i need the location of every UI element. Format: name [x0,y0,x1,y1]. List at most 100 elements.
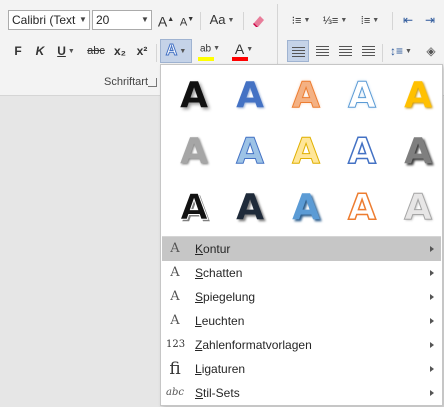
dialog-launcher-icon[interactable] [148,78,157,87]
superscript-button[interactable]: x² [132,40,152,62]
menu-item-ligatures[interactable]: fi Ligaturen [162,357,441,381]
clear-formatting-button[interactable] [248,9,270,31]
menu-item-reflection[interactable]: A Spiegelung [162,285,441,309]
menu-item-glow[interactable]: A Leuchten [162,309,441,333]
align-left-icon [291,46,305,59]
strikethrough-label: abc [87,45,105,57]
chevron-down-icon: ▼ [303,16,311,24]
line-spacing-icon: ↕≡ [390,44,404,58]
menu-item-outline[interactable]: A Kontur [162,237,441,261]
align-right-icon [338,45,352,58]
align-center-button[interactable] [311,40,333,62]
chevron-down-icon: ▼ [179,47,187,55]
bold-label: F [14,44,22,58]
align-left-button[interactable] [287,40,309,62]
multilevel-list-button[interactable]: ⁞≡ ▼ [354,9,386,31]
menu-item-number-styles[interactable]: 123 Zahlenformatvorlagen [162,333,441,357]
chevron-right-icon [430,270,434,276]
decrease-indent-icon: ⇤ [402,13,414,27]
text-effect-swatch[interactable]: A [166,180,222,236]
label-rest: piegelung [203,290,256,304]
highlight-button[interactable]: ab ▼ [195,38,225,61]
subscript-label: x₂ [113,44,126,58]
glow-icon: A [170,313,180,328]
access-key: S [195,290,204,304]
subscript-button[interactable]: x₂ [110,40,130,62]
eraser-icon [253,15,264,27]
change-case-button[interactable]: Aa ▼ [205,9,239,31]
chevron-down-icon: ▼ [405,47,412,55]
text-effect-swatch[interactable]: A [390,180,444,236]
text-effects-icon: A [165,42,178,60]
superscript-label: x² [136,44,148,58]
shrink-font-button[interactable]: A▼ [178,9,196,31]
access-key: L [195,314,202,328]
text-effect-swatch[interactable]: A [222,68,278,124]
increase-indent-icon: ⇥ [424,13,436,27]
divider [156,44,157,62]
justify-button[interactable] [357,40,379,62]
label-rest: igaturen [201,362,246,376]
text-effect-swatch[interactable]: A [166,124,222,180]
label-rest: euchten [201,314,245,328]
underline-button[interactable]: U ▼ [52,40,80,62]
font-size-combobox[interactable]: 20 ▼ [92,10,152,30]
chevron-down-icon[interactable]: ▼ [76,11,89,29]
text-effect-swatch[interactable]: A [278,180,334,236]
italic-button[interactable]: K [30,40,50,62]
label-rest: til-Sets [203,386,240,400]
shading-button[interactable]: ◈ [420,40,442,62]
access-key: S [195,386,204,400]
text-effect-swatch[interactable]: A [334,124,390,180]
menu-item-shadow[interactable]: A Schatten [162,261,441,285]
numbered-list-icon: ⅓≡ [322,15,339,27]
chevron-right-icon [430,294,434,300]
divider [392,12,393,30]
outline-icon: A [170,241,180,256]
paint-bucket-icon: ◈ [426,44,436,58]
menu-item-stylistic-sets[interactable]: abc Stil-Sets [162,381,441,405]
align-right-button[interactable] [334,40,356,62]
font-color-bar [232,57,248,61]
bold-button[interactable]: F [8,40,28,62]
text-effect-swatch[interactable]: A [222,180,278,236]
chevron-down-icon: ▼ [246,46,254,54]
text-effect-swatch[interactable]: A [334,68,390,124]
menu-item-label: Schatten [195,261,242,285]
strikethrough-button[interactable]: abc [84,40,108,62]
text-effect-swatch[interactable]: A [390,68,444,124]
label-rest: ahlenformatvorlagen [202,338,312,352]
font-color-button[interactable]: A ▼ [229,38,259,61]
font-name-combobox[interactable]: Calibri (Textk ▼ [8,10,90,30]
access-key: L [195,362,202,376]
increase-indent-button[interactable]: ⇥ [420,9,440,31]
label-rest: chatten [203,266,243,280]
text-effect-swatch[interactable]: A [166,68,222,124]
menu-item-label: Kontur [195,237,230,261]
grow-font-glyph: A [157,13,168,30]
grow-font-button[interactable]: A▲ [157,9,175,31]
line-spacing-button[interactable]: ↕≡ ▼ [386,40,416,62]
bullets-button[interactable]: ⁝≡ ▼ [286,9,316,31]
decrease-indent-button[interactable]: ⇤ [398,9,418,31]
text-effects-button[interactable]: A ▼ [160,39,192,63]
text-effects-menu: A Kontur A Schatten A Spiegelung A Leuchten 123 Z… [162,237,441,405]
text-effects-dropdown: AAAAAAAAAAAAAAA A Kontur A Schatten A Spiegel… [160,64,443,406]
text-effect-swatch[interactable]: A [278,68,334,124]
text-effect-swatch[interactable]: A [390,124,444,180]
chevron-down-icon[interactable]: ▼ [138,11,151,29]
chevron-down-icon: ▼ [340,16,348,24]
multilevel-list-icon: ⁞≡ [360,15,371,27]
italic-label: K [35,44,45,58]
chevron-right-icon [430,390,434,396]
text-effect-swatch[interactable]: A [222,124,278,180]
menu-item-label: Leuchten [195,309,244,333]
ligatures-icon: fi [169,359,181,379]
numbering-button[interactable]: ⅓≡ ▼ [320,9,350,31]
chevron-right-icon [430,318,434,324]
align-center-icon [315,45,329,58]
menu-item-label: Spiegelung [195,285,255,309]
change-case-label: Aa [209,12,226,27]
text-effect-swatch[interactable]: A [278,124,334,180]
text-effect-swatch[interactable]: A [334,180,390,236]
